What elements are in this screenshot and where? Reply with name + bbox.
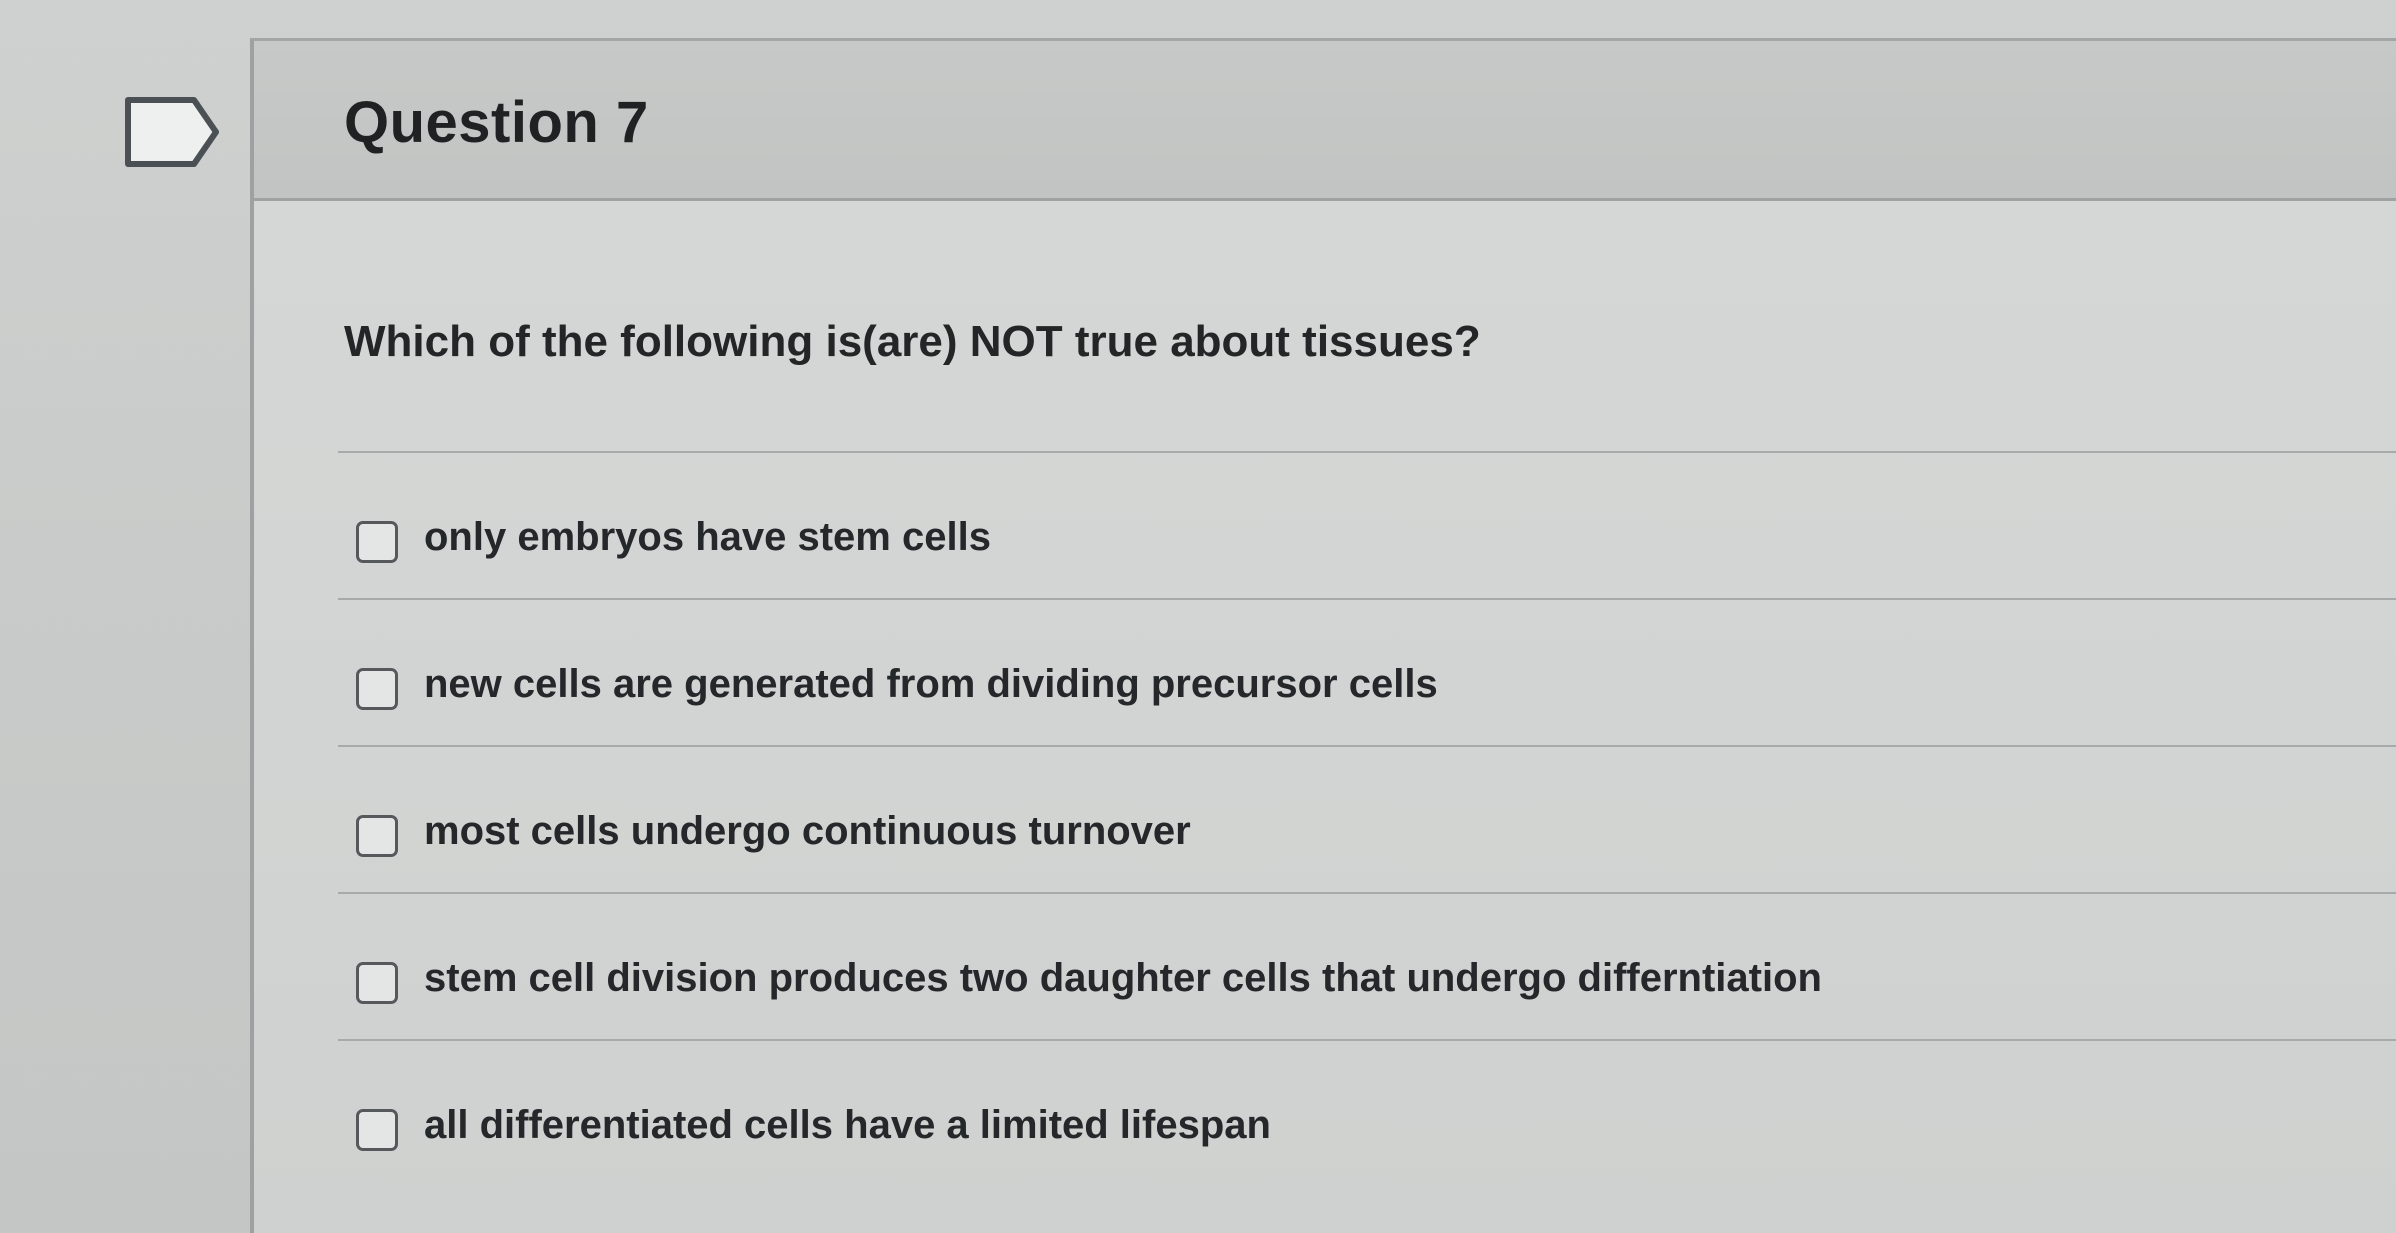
question-title: Question 7 <box>344 90 649 155</box>
answer-option-5[interactable]: all differentiated cells have a limited … <box>338 1039 2396 1186</box>
answer-option-label[interactable]: stem cell division produces two daughter… <box>424 956 1822 1001</box>
answer-option-1[interactable]: only embryos have stem cells <box>338 451 2396 598</box>
question-header: Question 7 <box>254 41 2396 201</box>
question-prompt: Which of the following is(are) NOT true … <box>344 317 1481 366</box>
answer-option-label[interactable]: all differentiated cells have a limited … <box>424 1103 1271 1148</box>
checkbox-icon[interactable] <box>356 1109 398 1151</box>
checkbox-icon[interactable] <box>356 668 398 710</box>
answer-option-label[interactable]: most cells undergo continuous turnover <box>424 809 1191 854</box>
answer-option-4[interactable]: stem cell division produces two daughter… <box>338 892 2396 1039</box>
question-card: Question 7 Which of the following is(are… <box>250 38 2396 1233</box>
answer-option-2[interactable]: new cells are generated from dividing pr… <box>338 598 2396 745</box>
checkbox-icon[interactable] <box>356 962 398 1004</box>
answer-option-3[interactable]: most cells undergo continuous turnover <box>338 745 2396 892</box>
answer-options: only embryos have stem cells new cells a… <box>338 451 2396 1186</box>
answer-option-label[interactable]: only embryos have stem cells <box>424 515 991 560</box>
checkbox-icon[interactable] <box>356 521 398 563</box>
answer-option-label[interactable]: new cells are generated from dividing pr… <box>424 662 1438 707</box>
flag-question-icon[interactable] <box>122 92 222 172</box>
checkbox-icon[interactable] <box>356 815 398 857</box>
